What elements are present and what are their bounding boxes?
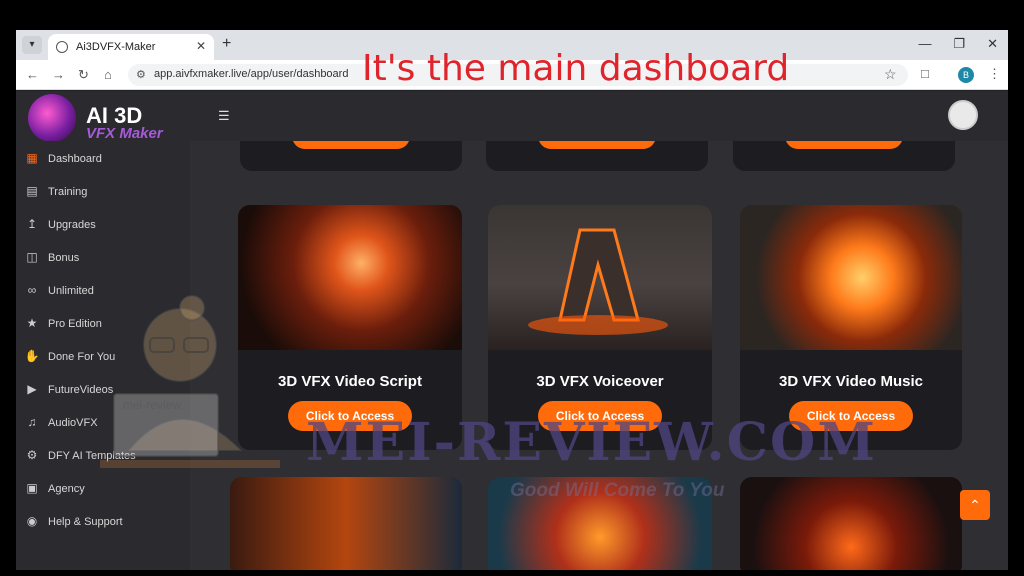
sidebar-item-label: AudioVFX (48, 417, 98, 429)
fire-letter-icon (528, 228, 668, 335)
tab-title: Ai3DVFX-Maker (76, 41, 156, 53)
sidebar-item-label: Pro Edition (48, 318, 102, 330)
portal-image (740, 477, 962, 570)
watermark-tagline: Good Will Come To You (510, 480, 725, 501)
music-icon: ♫ (27, 415, 37, 429)
user-avatar[interactable] (948, 100, 978, 130)
support-icon: ◉ (26, 514, 38, 528)
back-icon[interactable]: ← (26, 67, 39, 82)
watermark-text: MEI-REVIEW.COM (306, 412, 877, 473)
watermark-laptop-text: mei-review (123, 398, 182, 412)
reload-icon[interactable]: ↻ (78, 67, 89, 83)
access-button[interactable]: Click to Access (785, 141, 903, 149)
menu-kebab-icon[interactable]: ⋮ (988, 66, 1001, 82)
scroll-to-top-button[interactable]: ⌃ (960, 490, 990, 520)
hamburger-menu-icon[interactable]: ☰ (218, 108, 230, 124)
card-top-3: Click to Access (733, 141, 955, 171)
upload-icon: ↥ (26, 217, 38, 231)
sidebar-item-dashboard[interactable]: ▦ Dashboard (16, 144, 190, 174)
tab-search-icon[interactable]: ▾ (22, 36, 42, 54)
card-bottom-3 (740, 477, 962, 570)
grid-icon: ▦ (26, 151, 38, 165)
sidebar-item-agency[interactable]: ▣ Agency (16, 474, 190, 504)
card-bottom-1 (230, 477, 462, 570)
sidebar-item-help-support[interactable]: ◉ Help & Support (16, 507, 190, 537)
restore-icon[interactable]: ❐ (953, 36, 965, 52)
robot-icon: ⚙ (26, 448, 38, 462)
main-content: Click to Access Click to Access Click to… (190, 141, 1008, 570)
briefcase-icon: ▣ (26, 481, 38, 495)
sidebar-item-upgrades[interactable]: ↥ Upgrades (16, 210, 190, 240)
sidebar-item-label: Bonus (48, 252, 80, 264)
profile-icon[interactable]: B (958, 67, 974, 83)
app-header: AI 3D VFX Maker ☰ (16, 91, 1008, 142)
logo-icon (28, 94, 76, 142)
star-icon: ★ (26, 316, 38, 330)
logo-text-secondary: VFX Maker (86, 125, 163, 142)
extensions-icon[interactable]: □ (921, 66, 929, 81)
bookmark-star-icon[interactable]: ☆ (884, 66, 897, 83)
sidebar-item-label: Unlimited (48, 285, 94, 297)
training-icon: ▤ (26, 184, 38, 198)
caption-overlay: It's the main dashboard (362, 48, 790, 89)
card-title: 3D VFX Video Music (779, 373, 923, 390)
sidebar-item-training[interactable]: ▤ Training (16, 177, 190, 207)
access-button[interactable]: Click to Access (538, 141, 656, 149)
favicon-icon (56, 41, 68, 53)
sidebar-item-label: Dashboard (48, 153, 102, 165)
watermark-figure-icon (100, 295, 280, 468)
card-title: 3D VFX Voiceover (536, 373, 664, 390)
close-tab-icon[interactable]: ✕ (196, 39, 206, 53)
card-top-1: Click to Access (240, 141, 462, 171)
sidebar-item-label: Upgrades (48, 219, 96, 231)
close-window-icon[interactable]: ✕ (987, 36, 998, 52)
sidebar-item-label: Agency (48, 483, 85, 495)
card-top-2: Click to Access (486, 141, 708, 171)
sidebar-item-bonus[interactable]: ◫ Bonus (16, 243, 190, 273)
hand-icon: ✋ (24, 349, 40, 363)
access-button[interactable]: Click to Access (292, 141, 410, 149)
home-icon[interactable]: ⌂ (104, 67, 112, 82)
fire-swirl-image (740, 205, 962, 350)
browser-tab[interactable]: Ai3DVFX-Maker ✕ (48, 34, 214, 60)
faces-image (230, 477, 462, 570)
video-icon: ▶ (27, 382, 37, 396)
sidebar-item-label: Training (48, 186, 88, 198)
sidebar-item-label: Help & Support (48, 516, 123, 528)
site-info-icon[interactable]: ⚙ (136, 68, 146, 81)
minimize-icon[interactable]: — (918, 36, 931, 52)
forward-icon[interactable]: → (52, 67, 65, 82)
gift-icon: ◫ (26, 250, 38, 264)
window-controls: — ❐ ✕ (918, 36, 998, 52)
fire-letter-image (488, 205, 712, 350)
url-text: app.aivfxmaker.live/app/user/dashboard (154, 68, 349, 80)
new-tab-icon[interactable]: + (222, 35, 231, 53)
infinity-icon: ∞ (27, 283, 37, 297)
